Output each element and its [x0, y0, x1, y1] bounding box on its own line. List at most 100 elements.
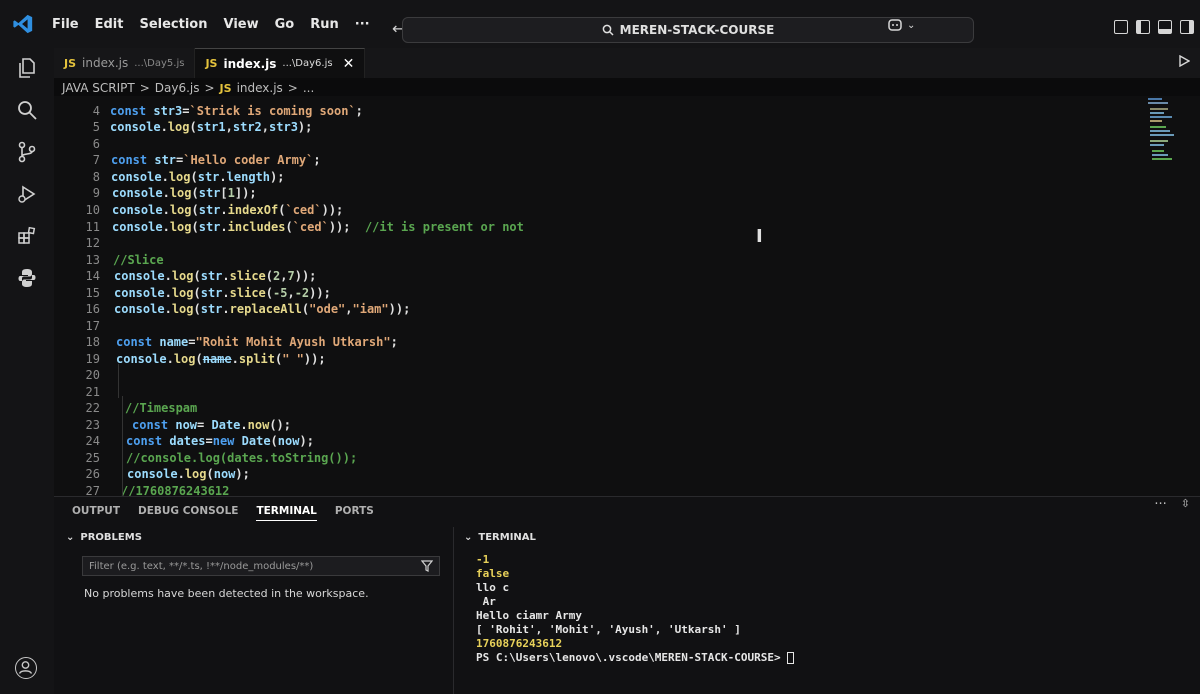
line-number: 4: [92, 104, 100, 118]
code-editor[interactable]: 4 const str3=`Strick is coming soon`; 5 co…: [54, 96, 1200, 496]
breadcrumb-separator: >: [287, 81, 298, 95]
code-line: 27//1760876243612: [54, 484, 230, 496]
breadcrumb-separator: >: [139, 81, 150, 95]
code-line: 5 console.log(str1,str2,str3);: [54, 120, 313, 136]
code-line: 22//Timespam: [54, 401, 198, 417]
maximize-panel-icon[interactable]: ⇳: [1181, 497, 1190, 512]
line-number: 15: [85, 286, 100, 300]
search-icon[interactable]: [15, 98, 39, 122]
code-line: 24 const dates=new Date(now);: [54, 434, 314, 450]
line-number: 16: [85, 302, 100, 316]
code-line: 20: [54, 368, 100, 384]
run-debug-icon[interactable]: [15, 182, 39, 206]
tab-label: index.js: [223, 56, 277, 71]
tab-index-day5[interactable]: JS index.js ...\Day5.js: [54, 48, 196, 78]
line-number: 13: [85, 253, 100, 267]
tab-label: index.js: [82, 56, 129, 70]
indent-guide: [118, 364, 119, 398]
menu-edit[interactable]: Edit: [87, 17, 132, 32]
code-line: 26 console.log(now);: [54, 467, 250, 483]
line-number: 5: [92, 120, 100, 134]
terminal-title: TERMINAL: [478, 531, 536, 543]
line-number: 9: [92, 186, 100, 200]
line-number: 14: [85, 269, 100, 283]
extensions-icon[interactable]: [15, 224, 39, 248]
tab-output[interactable]: OUTPUT: [72, 505, 120, 521]
menu-go[interactable]: Go: [267, 17, 303, 32]
breadcrumb-file[interactable]: index.js: [237, 81, 283, 95]
breadcrumb-folder[interactable]: JAVA SCRIPT: [62, 81, 135, 95]
terminal-line: false: [476, 567, 510, 580]
javascript-file-icon: JS: [205, 57, 218, 70]
filter-icon[interactable]: [421, 560, 433, 572]
code-line: 7 const str=`Hello coder Army`;: [54, 153, 321, 169]
indent-guide: [122, 396, 123, 496]
toggle-panel-icon[interactable]: [1158, 20, 1172, 34]
menu-file[interactable]: File: [44, 17, 87, 32]
terminal-prompt-line[interactable]: PS C:\Users\lenovo\.vscode\MEREN-STACK-C…: [476, 651, 795, 665]
toggle-secondary-sidebar-icon[interactable]: [1180, 20, 1194, 34]
code-line: 11 console.log(str.includes(`ced`)); //it…: [54, 220, 524, 236]
source-control-icon[interactable]: [15, 140, 39, 164]
chevron-down-icon: ⌄: [907, 19, 916, 31]
menu-more[interactable]: ···: [347, 17, 378, 32]
code-line: 8 console.log(str.length);: [54, 170, 285, 186]
activity-bar: [0, 48, 54, 694]
toggle-primary-sidebar-icon[interactable]: [1136, 20, 1150, 34]
code-line: 19 console.log(name.split(" "));: [54, 352, 326, 368]
copilot-icon: [888, 19, 902, 31]
tab-terminal[interactable]: TERMINAL: [256, 505, 317, 521]
breadcrumb-subfolder[interactable]: Day6.js: [155, 81, 200, 95]
breadcrumb-separator: >: [204, 81, 215, 95]
explorer-icon[interactable]: [15, 56, 39, 80]
tab-ports[interactable]: PORTS: [335, 505, 374, 521]
problems-header[interactable]: ⌄ PROBLEMS: [54, 527, 453, 547]
bottom-panel: OUTPUT DEBUG CONSOLE TERMINAL PORTS ··· …: [54, 496, 1200, 694]
terminal-line: Ar: [476, 595, 496, 608]
line-number: 10: [85, 203, 100, 217]
account-icon[interactable]: [15, 657, 37, 679]
more-actions-icon[interactable]: ···: [1154, 497, 1166, 512]
breadcrumb-symbol[interactable]: ...: [303, 81, 314, 95]
terminal-cursor: [787, 652, 795, 664]
problems-filter-input[interactable]: Filter (e.g. text, **/*.ts, !**/node_mod…: [82, 556, 440, 576]
run-file-icon[interactable]: [1178, 54, 1191, 71]
line-number: 7: [92, 153, 100, 167]
line-number: 17: [85, 319, 100, 333]
copilot-menu[interactable]: ⌄: [888, 18, 915, 32]
code-line: 12: [54, 236, 100, 252]
javascript-file-icon: JS: [64, 56, 77, 70]
tab-index-day6[interactable]: JS index.js ...\Day6.js ✕: [195, 48, 366, 78]
terminal-line: Hello ciamr Army: [476, 609, 582, 622]
breadcrumb: JAVA SCRIPT > Day6.js > JS index.js > ..…: [62, 79, 314, 97]
code-line: 14 console.log(str.slice(2,7));: [54, 269, 317, 285]
line-number: 21: [85, 385, 100, 399]
code-line: 15 console.log(str.slice(-5,-2));: [54, 286, 331, 302]
terminal-header[interactable]: ⌄ TERMINAL: [458, 527, 1200, 547]
menu-selection[interactable]: Selection: [131, 17, 215, 32]
minimap[interactable]: [1148, 96, 1188, 166]
close-icon[interactable]: ✕: [343, 56, 355, 72]
code-line: 21: [54, 385, 100, 401]
code-line: 13//Slice: [54, 253, 164, 269]
tab-path: ...\Day6.js: [282, 58, 333, 69]
menu-bar: File Edit Selection View Go Run ···: [44, 17, 378, 32]
line-number: 20: [85, 368, 100, 382]
code-line: 6: [54, 137, 100, 153]
line-number: 26: [85, 467, 100, 481]
python-icon[interactable]: [15, 266, 39, 290]
terminal-section[interactable]: ⌄ TERMINAL -1 false llo c Ar Hello ciamr…: [458, 527, 1200, 694]
code-line: 4 const str3=`Strick is coming soon`;: [54, 104, 363, 120]
tab-debug-console[interactable]: DEBUG CONSOLE: [138, 505, 238, 521]
chevron-down-icon: ⌄: [464, 531, 473, 543]
title-bar: File Edit Selection View Go Run ··· ← → …: [0, 0, 1200, 48]
code-line: 9 console.log(str[1]);: [54, 186, 257, 202]
vscode-logo-icon: [8, 9, 38, 39]
line-number: 23: [85, 418, 100, 432]
javascript-file-icon: JS: [219, 81, 232, 95]
menu-view[interactable]: View: [215, 17, 266, 32]
customize-layout-icon[interactable]: [1114, 20, 1128, 34]
menu-run[interactable]: Run: [302, 17, 347, 32]
code-line: 17: [54, 319, 100, 335]
terminal-line: -1: [476, 553, 490, 566]
